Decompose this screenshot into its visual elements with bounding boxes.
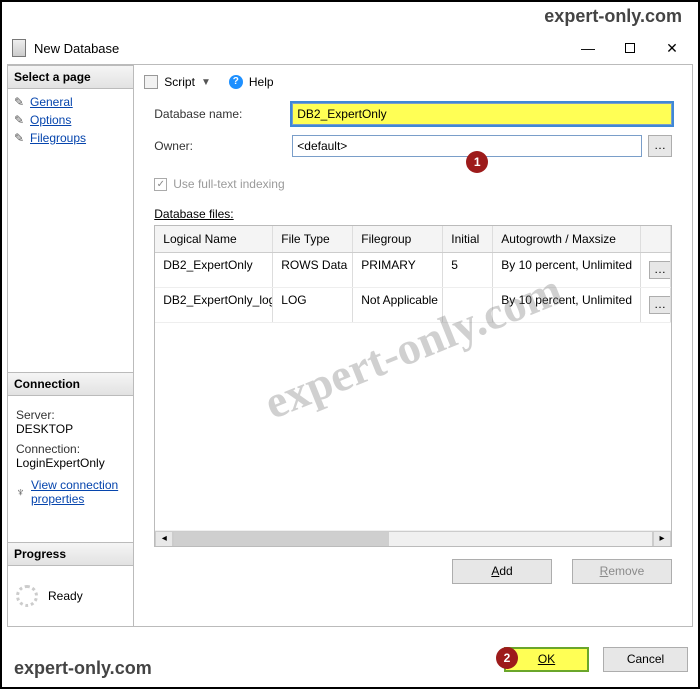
db-name-label: Database name: bbox=[154, 107, 292, 121]
col-autogrowth[interactable]: Autogrowth / Maxsize bbox=[493, 226, 641, 252]
cell-filetype: ROWS Data bbox=[273, 253, 353, 287]
fulltext-checkbox: ✓ bbox=[154, 178, 167, 191]
callout-2: 2 bbox=[496, 647, 518, 669]
help-icon: ? bbox=[229, 75, 243, 89]
close-button[interactable]: ✕ bbox=[662, 38, 682, 58]
table-row[interactable]: DB2_ExpertOnly_log LOG Not Applicable By… bbox=[155, 288, 671, 323]
brand-bottom: expert-only.com bbox=[14, 658, 152, 679]
progress-block: Ready bbox=[8, 566, 133, 626]
cell-autogrowth: By 10 percent, Unlimited bbox=[493, 253, 641, 287]
view-connection-link[interactable]: View connection properties bbox=[31, 478, 125, 506]
page-options-label: Options bbox=[30, 113, 71, 127]
cell-filetype: LOG bbox=[273, 288, 353, 322]
progress-status: Ready bbox=[48, 589, 83, 603]
connection-block: Server: DESKTOP Connection: LoginExpertO… bbox=[8, 396, 133, 512]
fulltext-row: ✓ Use full-text indexing bbox=[154, 177, 684, 191]
server-label: Server: bbox=[16, 408, 125, 422]
cell-filegroup: Not Applicable bbox=[353, 288, 443, 322]
owner-label: Owner: bbox=[154, 139, 292, 153]
page-general-label: General bbox=[30, 95, 73, 109]
progress-header: Progress bbox=[8, 542, 133, 566]
left-pane: Select a page ✎ General ✎ Options ✎ Filegro… bbox=[7, 64, 134, 627]
page-filegroups[interactable]: ✎ Filegroups bbox=[14, 129, 127, 147]
db-name-input[interactable] bbox=[292, 103, 672, 125]
col-logical-name[interactable]: Logical Name bbox=[155, 226, 273, 252]
connection-header: Connection bbox=[8, 372, 133, 396]
titlebar: New Database — ✕ bbox=[12, 34, 688, 62]
select-page-header: Select a page bbox=[8, 65, 133, 89]
col-file-type[interactable]: File Type bbox=[273, 226, 353, 252]
brand-top: expert-only.com bbox=[544, 6, 682, 27]
remove-button[interactable]: Remove bbox=[572, 559, 672, 584]
page-filegroups-label: Filegroups bbox=[30, 131, 86, 145]
grid-header: Logical Name File Type Filegroup Initial… bbox=[155, 226, 671, 253]
right-pane: Script ▼ ? Help Database name: Owner: … … bbox=[134, 64, 693, 627]
server-value: DESKTOP bbox=[16, 422, 125, 436]
script-button[interactable]: Script bbox=[164, 75, 195, 89]
window-title: New Database bbox=[34, 41, 578, 56]
minimize-button[interactable]: — bbox=[578, 38, 598, 58]
connection-value: LoginExpertOnly bbox=[16, 456, 125, 470]
horizontal-scrollbar[interactable]: ◂ ▸ bbox=[155, 530, 671, 547]
page-list: ✎ General ✎ Options ✎ Filegroups bbox=[8, 89, 133, 151]
owner-browse-button[interactable]: … bbox=[648, 135, 672, 157]
page-options[interactable]: ✎ Options bbox=[14, 111, 127, 129]
cell-initial bbox=[443, 288, 493, 322]
table-row[interactable]: DB2_ExpertOnly ROWS Data PRIMARY 5 By 10… bbox=[155, 253, 671, 288]
col-filegroup[interactable]: Filegroup bbox=[353, 226, 443, 252]
add-button[interactable]: Add bbox=[452, 559, 552, 584]
scroll-left-icon[interactable]: ◂ bbox=[155, 531, 173, 547]
col-initial[interactable]: Initial bbox=[443, 226, 493, 252]
page-general[interactable]: ✎ General bbox=[14, 93, 127, 111]
wrench-icon: ✎ bbox=[14, 113, 26, 127]
files-grid: Logical Name File Type Filegroup Initial… bbox=[154, 225, 672, 547]
wrench-icon: ✎ bbox=[14, 95, 26, 109]
cancel-button[interactable]: Cancel bbox=[603, 647, 688, 672]
cell-logical: DB2_ExpertOnly bbox=[155, 253, 273, 287]
files-label: Database files: bbox=[154, 207, 684, 221]
fulltext-label: Use full-text indexing bbox=[173, 177, 284, 191]
callout-1: 1 bbox=[466, 151, 488, 173]
cell-filegroup: PRIMARY bbox=[353, 253, 443, 287]
owner-input[interactable] bbox=[292, 135, 642, 157]
toolbar: Script ▼ ? Help bbox=[142, 71, 684, 99]
connection-label: Connection: bbox=[16, 442, 125, 456]
connection-icon: ♆ bbox=[16, 485, 25, 499]
cell-autogrowth: By 10 percent, Unlimited bbox=[493, 288, 641, 322]
script-icon bbox=[144, 75, 158, 89]
row-edit-button[interactable]: … bbox=[649, 261, 671, 279]
cell-initial: 5 bbox=[443, 253, 493, 287]
wrench-icon: ✎ bbox=[14, 131, 26, 145]
script-dropdown-icon[interactable]: ▼ bbox=[201, 77, 211, 88]
maximize-button[interactable] bbox=[620, 38, 640, 58]
help-button[interactable]: Help bbox=[249, 75, 274, 89]
cell-logical: DB2_ExpertOnly_log bbox=[155, 288, 273, 322]
spinner-icon bbox=[16, 585, 38, 607]
scroll-right-icon[interactable]: ▸ bbox=[653, 531, 671, 547]
row-edit-button[interactable]: … bbox=[649, 296, 671, 314]
scroll-thumb[interactable] bbox=[174, 532, 389, 546]
app-icon bbox=[12, 39, 26, 57]
